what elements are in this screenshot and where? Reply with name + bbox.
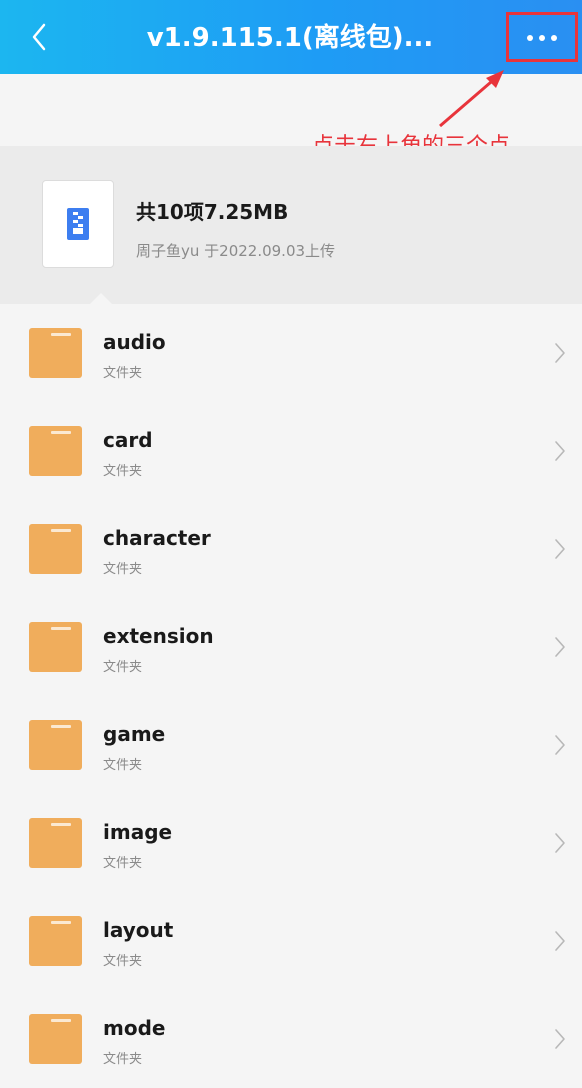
folder-name: game (103, 722, 166, 746)
folder-name: extension (103, 624, 214, 648)
folder-type-label: 文件夹 (103, 758, 143, 773)
chevron-right-icon (555, 931, 565, 951)
folder-name: image (103, 820, 173, 844)
folder-name: card (103, 428, 153, 452)
chevron-right-icon (555, 539, 565, 559)
folder-icon (29, 622, 82, 672)
folder-icon (29, 818, 82, 868)
folder-name: layout (103, 918, 174, 942)
file-list-item[interactable]: image 文件夹 (0, 794, 582, 892)
uploader-info: 周子鱼yu 于2022.09.03上传 (136, 242, 336, 260)
folder-type-label: 文件夹 (103, 464, 143, 479)
folder-icon (29, 916, 82, 966)
back-button[interactable] (24, 20, 54, 54)
file-list-item[interactable]: audio 文件夹 (0, 304, 582, 402)
folder-name: character (103, 526, 211, 550)
file-list-item[interactable]: mode 文件夹 (0, 990, 582, 1088)
file-list: audio 文件夹 card 文件夹 character 文件夹 extension 文件夹 g… (0, 304, 582, 1088)
file-list-item[interactable]: game 文件夹 (0, 696, 582, 794)
folder-type-label: 文件夹 (103, 562, 143, 577)
folder-name: mode (103, 1016, 166, 1040)
file-list-item[interactable]: extension 文件夹 (0, 598, 582, 696)
chevron-right-icon (555, 735, 565, 755)
chevron-right-icon (555, 637, 565, 657)
file-list-item[interactable]: layout 文件夹 (0, 892, 582, 990)
page-title: v1.9.115.1(离线包)... (146, 23, 434, 53)
folder-icon (29, 328, 82, 378)
folder-icon (29, 1014, 82, 1064)
summary-pointer (90, 293, 112, 304)
chevron-left-icon (32, 23, 46, 51)
folder-icon (29, 426, 82, 476)
folder-icon (29, 720, 82, 770)
folder-type-label: 文件夹 (103, 954, 143, 969)
folder-type-label: 文件夹 (103, 366, 143, 381)
folder-icon (29, 524, 82, 574)
annotation-highlight-box (506, 12, 578, 62)
package-size-summary: 共10项7.25MB (136, 200, 289, 224)
file-list-item[interactable]: card 文件夹 (0, 402, 582, 500)
folder-name: audio (103, 330, 166, 354)
folder-type-label: 文件夹 (103, 1052, 143, 1067)
folder-type-label: 文件夹 (103, 856, 143, 871)
file-list-item[interactable]: character 文件夹 (0, 500, 582, 598)
chevron-right-icon (555, 441, 565, 461)
chevron-right-icon (555, 343, 565, 363)
top-app-bar: v1.9.115.1(离线包)... (0, 0, 582, 74)
package-summary: 共10项7.25MB 周子鱼yu 于2022.09.03上传 (0, 146, 582, 304)
zip-archive-icon (42, 180, 114, 268)
chevron-right-icon (555, 1029, 565, 1049)
chevron-right-icon (555, 833, 565, 853)
folder-type-label: 文件夹 (103, 660, 143, 675)
